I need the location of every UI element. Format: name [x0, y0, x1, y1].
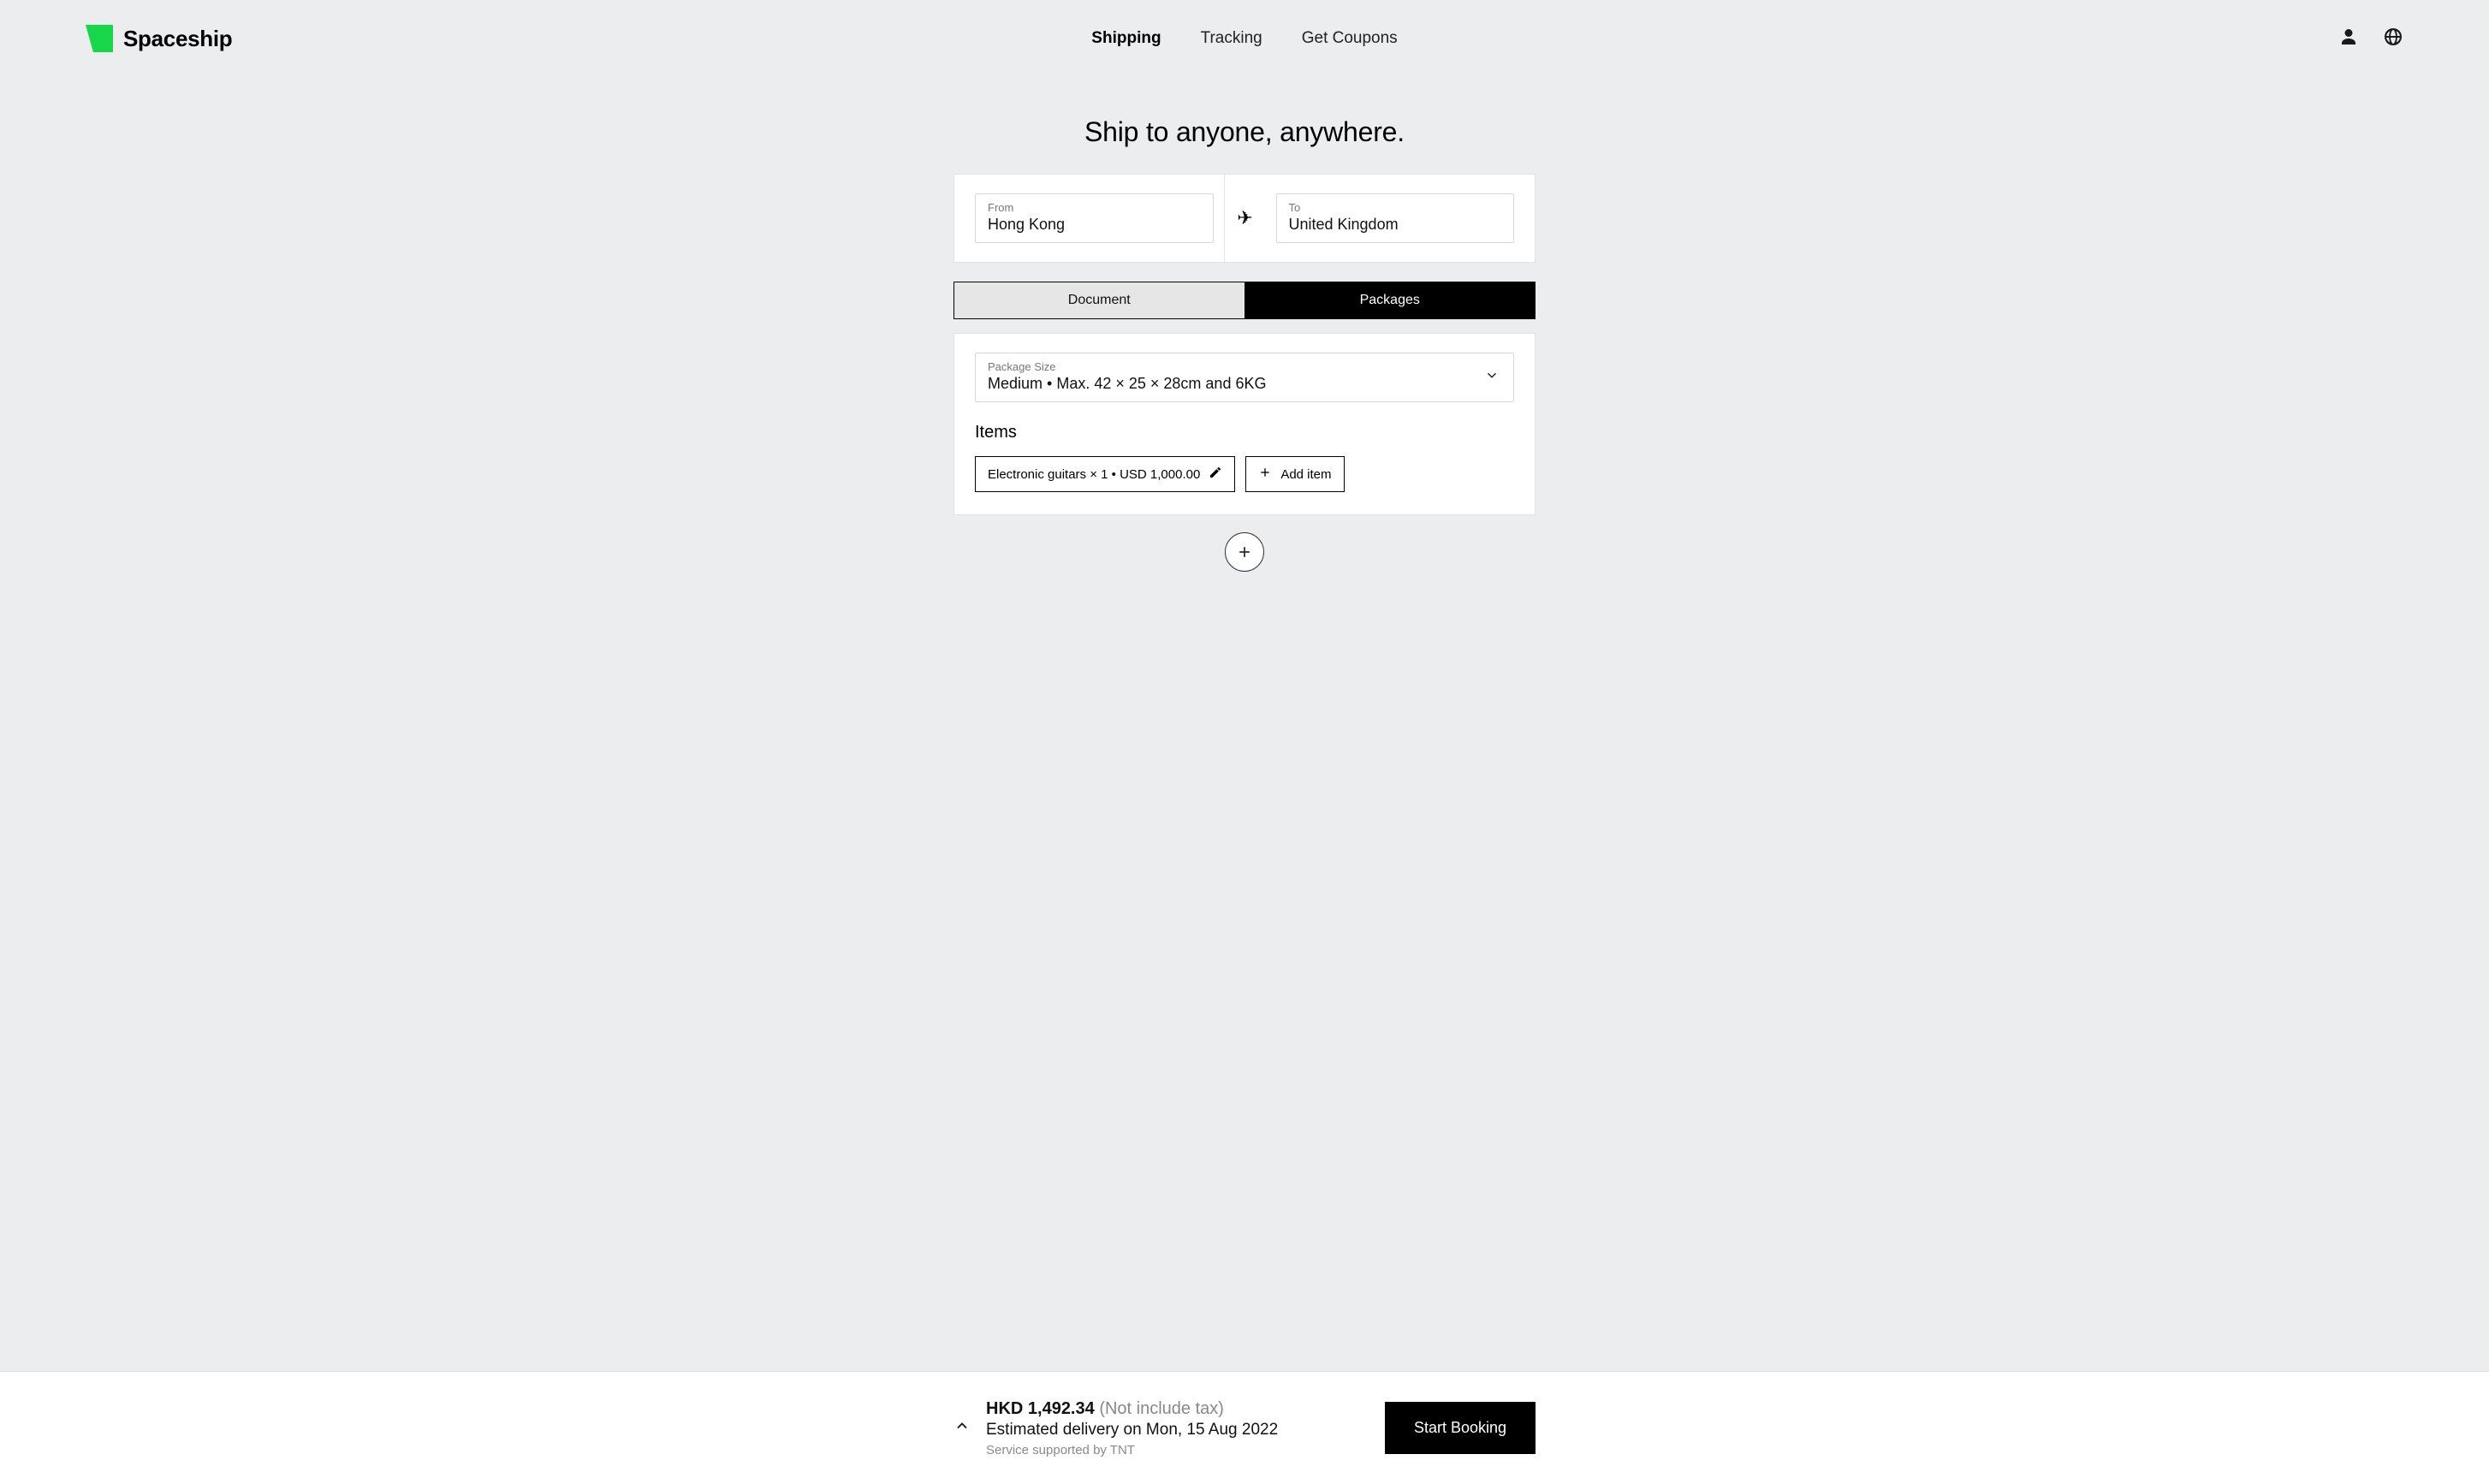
items-row: Electronic guitars × 1 • USD 1,000.00 Ad… [975, 456, 1514, 492]
account-icon[interactable] [2338, 27, 2359, 51]
quote-bar: HKD 1,492.34 (Not include tax) Estimated… [0, 1371, 2489, 1484]
to-label: To [1289, 201, 1502, 214]
brand[interactable]: Spaceship [86, 25, 232, 52]
plus-icon [1236, 543, 1253, 561]
chevron-down-icon [1484, 368, 1500, 388]
nav-utility-icons [2338, 27, 2403, 51]
plus-icon [1258, 466, 1272, 483]
nav-shipping[interactable]: Shipping [1091, 29, 1161, 48]
expand-quote-button[interactable] [953, 1417, 971, 1439]
package-size-value: Medium • Max. 42 × 25 × 28cm and 6KG [988, 375, 1501, 393]
to-field[interactable]: To United Kingdom [1276, 193, 1515, 243]
nav-tracking[interactable]: Tracking [1201, 29, 1262, 48]
quote-eta: Estimated delivery on Mon, 15 Aug 2022 [986, 1421, 1369, 1439]
from-field[interactable]: From Hong Kong [975, 193, 1214, 243]
language-globe-icon[interactable] [2383, 27, 2403, 51]
start-booking-button[interactable]: Start Booking [1385, 1402, 1536, 1454]
brand-logo-icon [86, 25, 113, 52]
main-content: Ship to anyone, anywhere. From Hong Kong… [0, 77, 2489, 1484]
item-chip[interactable]: Electronic guitars × 1 • USD 1,000.00 [975, 456, 1235, 492]
chevron-up-icon [953, 1417, 971, 1434]
page-title: Ship to anyone, anywhere. [1084, 116, 1405, 148]
items-section-label: Items [975, 423, 1514, 442]
shipment-type-segmented: Document Packages [953, 282, 1536, 319]
nav-get-coupons[interactable]: Get Coupons [1302, 29, 1398, 48]
airplane-icon: ✈ [1237, 207, 1252, 229]
primary-nav: Shipping Tracking Get Coupons [1091, 29, 1397, 48]
route-from: From Hong Kong [975, 193, 1224, 243]
add-item-button[interactable]: Add item [1245, 456, 1344, 492]
route-to: To United Kingdom [1266, 193, 1515, 243]
package-size-label: Package Size [988, 360, 1501, 373]
edit-pencil-icon [1209, 466, 1222, 483]
add-package-button[interactable] [1225, 532, 1264, 572]
tab-packages[interactable]: Packages [1245, 282, 1536, 318]
quote-provider: Service supported by TNT [986, 1443, 1369, 1457]
from-value: Hong Kong [988, 216, 1201, 234]
top-nav: Spaceship Shipping Tracking Get Coupons [0, 0, 2489, 77]
quote-price: HKD 1,492.34 [986, 1399, 1095, 1418]
add-item-label: Add item [1280, 467, 1331, 482]
package-card: Package Size Medium • Max. 42 × 25 × 28c… [953, 333, 1536, 515]
brand-name: Spaceship [123, 26, 232, 52]
from-label: From [988, 201, 1201, 214]
quote-summary: HKD 1,492.34 (Not include tax) Estimated… [986, 1399, 1369, 1457]
tab-document[interactable]: Document [954, 282, 1245, 318]
package-size-select[interactable]: Package Size Medium • Max. 42 × 25 × 28c… [975, 353, 1514, 402]
item-chip-text: Electronic guitars × 1 • USD 1,000.00 [988, 467, 1200, 482]
route-card: From Hong Kong ✈ To United Kingdom [953, 174, 1536, 263]
quote-tax-note: (Not include tax) [1099, 1399, 1224, 1418]
to-value: United Kingdom [1289, 216, 1502, 234]
route-direction: ✈ [1225, 207, 1266, 229]
